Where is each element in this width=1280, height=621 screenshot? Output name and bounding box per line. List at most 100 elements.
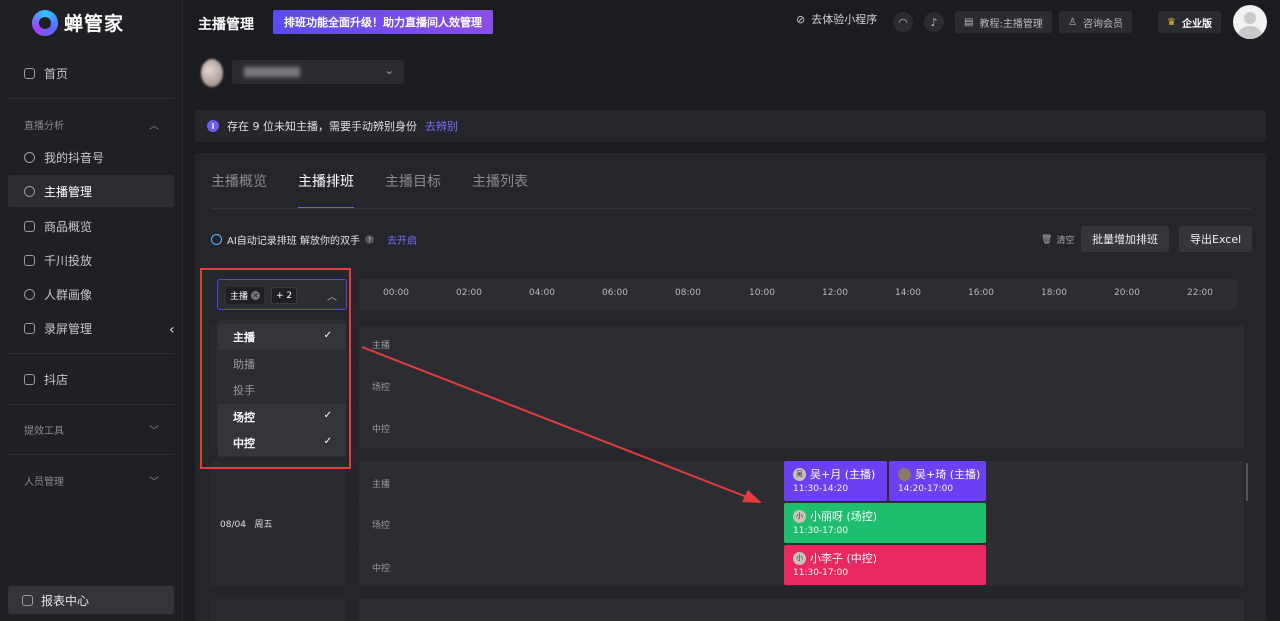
sidebar-item-label: 商品概览 <box>44 219 93 234</box>
sidebar-item-goods[interactable]: 商品概览 <box>8 210 174 242</box>
home-icon <box>24 67 35 79</box>
ai-schedule-row: AI自动记录排班 解放你的双手 ? 去开启 <box>211 232 417 247</box>
chevron-down-icon: ﹀ <box>149 426 159 437</box>
info-icon: i <box>207 120 219 132</box>
user-avatar[interactable] <box>1233 5 1267 39</box>
link-icon: ⊘ <box>796 12 806 26</box>
report-label: 报表中心 <box>41 593 90 608</box>
group-label: 人员管理 <box>24 477 64 488</box>
shift-name: 小丽呀 (场控) <box>810 510 878 523</box>
identify-link[interactable]: 去辨别 <box>425 118 458 134</box>
account-name-blurred <box>244 67 300 77</box>
group-label: 直播分析 <box>24 121 64 132</box>
day-column: 08/04 周五 <box>211 461 346 586</box>
ai-enable-link[interactable]: 去开启 <box>387 232 417 247</box>
row-label: 场控 <box>372 383 391 393</box>
date-label: 08/04 周五 <box>220 520 273 530</box>
timeline-tick: 00:00 <box>383 288 409 298</box>
tab-list[interactable]: 主播列表 <box>472 171 528 191</box>
day-column <box>211 599 346 621</box>
divider <box>8 404 174 405</box>
shift-avatar: 小 <box>793 509 806 523</box>
row-label: 场控 <box>372 521 391 531</box>
row-label: 主播 <box>372 480 391 490</box>
tab-bar: 主播概览 主播排班 主播目标 主播列表 <box>211 171 528 209</box>
batch-add-button[interactable]: 批量增加排班 <box>1081 226 1169 252</box>
shift-avatar <box>898 467 911 481</box>
robot-icon <box>211 234 222 245</box>
export-excel-button[interactable]: 导出Excel <box>1179 226 1253 252</box>
shift-time: 11:30-14:20 <box>793 484 849 494</box>
divider <box>8 353 174 354</box>
sidebar-item-recording[interactable]: 录屏管理 <box>8 312 174 344</box>
divider <box>8 454 174 455</box>
timeline-tick: 02:00 <box>456 288 482 298</box>
trash-icon: 🗑 <box>1041 234 1053 245</box>
sidebar: 蝉管家 首页 直播分析 ︿ 我的抖音号 主播管理 商品概览 千川投放 人群画像 录… <box>0 0 183 621</box>
timeline-tick: 04:00 <box>529 288 555 298</box>
account-selector[interactable]: ⌄ <box>197 59 404 87</box>
promo-banner[interactable]: 排班功能全面升级！助力直播间人效管理 <box>273 10 493 34</box>
bell-icon[interactable]: ♪ <box>924 12 944 32</box>
group-live-analysis[interactable]: 直播分析 ︿ <box>24 117 159 132</box>
day-rows: 主播 场控 中控 <box>359 326 1244 448</box>
chevron-down-icon: ﹀ <box>149 477 159 488</box>
scrollbar[interactable] <box>1246 463 1248 501</box>
group-label: 提效工具 <box>24 426 64 437</box>
shift-block[interactable]: 小小丽呀 (场控) 11:30-17:00 <box>784 503 986 543</box>
shift-block[interactable]: 小小李子 (中控) 11:30-17:00 <box>784 545 986 585</box>
sidebar-item-qianchuan[interactable]: 千川投放 <box>8 244 174 276</box>
timeline-header: 00:00 02:00 04:00 06:00 08:00 10:00 12:0… <box>359 279 1237 310</box>
report-center-button[interactable]: 报表中心 <box>8 586 174 614</box>
logo[interactable]: 蝉管家 <box>32 9 124 36</box>
timeline-tick: 10:00 <box>749 288 775 298</box>
sidebar-item-label: 我的抖音号 <box>44 150 105 165</box>
mini-program-link[interactable]: ⊘ 去体验小程序 <box>796 11 877 27</box>
shift-name: 吴+琦 (主播) <box>915 468 981 481</box>
tab-overview[interactable]: 主播概览 <box>211 171 267 191</box>
sidebar-item-shop[interactable]: 抖店 <box>8 363 174 395</box>
timeline-tick: 22:00 <box>1187 288 1213 298</box>
shift-block[interactable]: 吴吴+月 (主播) 11:30-14:20 <box>784 461 887 501</box>
tutorial-button[interactable]: ▤ 教程:主播管理 <box>955 11 1052 33</box>
shift-time: 11:30-17:00 <box>793 526 849 536</box>
group-staff[interactable]: 人员管理 ﹀ <box>24 473 159 488</box>
edition-badge[interactable]: ♛ 企业版 <box>1158 11 1221 33</box>
row-divider <box>359 363 1244 364</box>
headset-icon[interactable]: ◠ <box>893 12 913 32</box>
chevron-down-icon: ⌄ <box>384 64 394 77</box>
row-label: 主播 <box>372 341 391 351</box>
shop-icon <box>24 373 35 385</box>
sidebar-item-label: 千川投放 <box>44 253 93 268</box>
sidebar-item-anchor-manage[interactable]: 主播管理 <box>8 175 174 207</box>
account-avatar <box>201 59 223 87</box>
consult-label: 咨询会员 <box>1082 18 1123 30</box>
ai-text: AI自动记录排班 解放你的双手 <box>227 236 360 247</box>
tiktok-icon <box>24 151 35 163</box>
timeline-tick: 20:00 <box>1114 288 1140 298</box>
schedule-panel: 主播概览 主播排班 主播目标 主播列表 AI自动记录排班 解放你的双手 ? 去开… <box>195 153 1266 621</box>
collapse-sidebar-icon[interactable]: ‹ <box>169 322 175 338</box>
sidebar-item-label: 抖店 <box>44 372 69 387</box>
tab-goals[interactable]: 主播目标 <box>385 171 441 191</box>
timeline-tick: 06:00 <box>602 288 628 298</box>
edition-label: 企业版 <box>1181 18 1212 30</box>
play-icon <box>24 322 35 334</box>
sidebar-item-audience[interactable]: 人群画像 <box>8 278 174 310</box>
sidebar-item-home[interactable]: 首页 <box>8 57 174 89</box>
help-icon[interactable]: ? <box>364 235 374 244</box>
user-circle-icon <box>24 185 35 197</box>
account-dropdown[interactable]: ⌄ <box>232 60 404 84</box>
document-icon: ▤ <box>964 16 974 28</box>
clear-button[interactable]: 🗑 清空 <box>1041 233 1074 247</box>
consult-button[interactable]: ♙ 咨询会员 <box>1059 11 1132 33</box>
clipboard-icon <box>22 594 33 606</box>
shift-block[interactable]: 吴+琦 (主播) 14:20-17:00 <box>889 461 986 501</box>
tab-schedule[interactable]: 主播排班 <box>298 171 354 209</box>
shift-avatar: 吴 <box>793 467 806 481</box>
timeline-tick: 16:00 <box>968 288 994 298</box>
chevron-up-icon: ︿ <box>149 121 159 132</box>
sidebar-item-douyin[interactable]: 我的抖音号 <box>8 141 174 173</box>
timeline-tick: 08:00 <box>675 288 701 298</box>
group-tools[interactable]: 提效工具 ﹀ <box>24 422 159 437</box>
